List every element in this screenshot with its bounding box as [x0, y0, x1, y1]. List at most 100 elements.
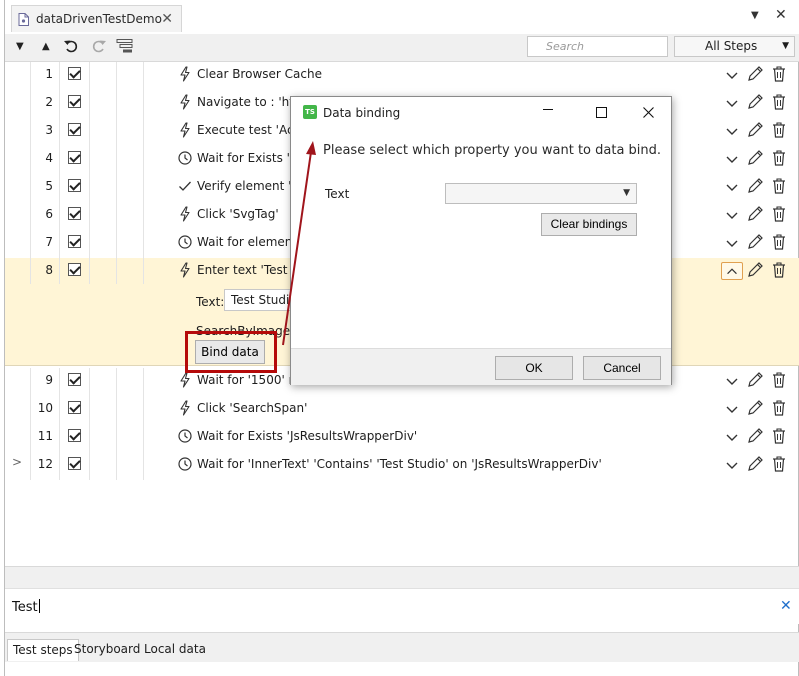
text-property-label: Text: — [196, 295, 225, 309]
clear-bindings-button[interactable]: Clear bindings — [541, 213, 637, 236]
property-binding-select[interactable]: ▼ — [445, 183, 637, 204]
step-enabled-checkbox[interactable] — [68, 151, 81, 164]
row-gutter — [5, 258, 31, 286]
table-row[interactable]: 10 Click 'SearchSpan' — [5, 396, 799, 424]
grid-cell — [117, 424, 144, 452]
chevron-down-icon[interactable] — [721, 66, 743, 84]
edit-pencil-icon[interactable] — [746, 427, 764, 445]
edit-pencil-icon[interactable] — [746, 205, 764, 223]
step-enabled-checkbox[interactable] — [68, 373, 81, 386]
delete-trash-icon[interactable] — [771, 121, 787, 139]
step-enabled-checkbox[interactable] — [68, 179, 81, 192]
delete-trash-icon[interactable] — [771, 427, 787, 445]
maximize-icon[interactable] — [596, 107, 607, 118]
chevron-down-icon[interactable] — [721, 94, 743, 112]
chevron-down-icon[interactable] — [721, 400, 743, 418]
step-description: Click 'SvgTag' — [197, 207, 279, 221]
step-enabled-checkbox[interactable] — [68, 457, 81, 470]
edit-pencil-icon[interactable] — [746, 233, 764, 251]
chevron-down-icon[interactable] — [721, 372, 743, 390]
grid-cell — [144, 368, 171, 396]
step-enabled-checkbox[interactable] — [68, 207, 81, 220]
step-enabled-checkbox[interactable] — [68, 235, 81, 248]
edit-pencil-icon[interactable] — [746, 399, 764, 417]
chevron-down-icon[interactable] — [721, 206, 743, 224]
move-step-down-button[interactable]: ▼ — [16, 41, 24, 52]
chevron-down-icon[interactable] — [721, 150, 743, 168]
delete-trash-icon[interactable] — [771, 233, 787, 251]
step-number: 6 — [31, 202, 60, 230]
edit-pencil-icon[interactable] — [746, 177, 764, 195]
step-enabled-checkbox[interactable] — [68, 123, 81, 136]
clock-icon — [178, 457, 192, 471]
chevron-down-icon[interactable] — [721, 234, 743, 252]
edit-pencil-icon[interactable] — [746, 65, 764, 83]
redo-icon[interactable] — [91, 38, 107, 54]
chevron-down-icon: ▼ — [623, 188, 630, 198]
ok-button[interactable]: OK — [495, 356, 573, 380]
cancel-button[interactable]: Cancel — [583, 356, 661, 380]
delete-trash-icon[interactable] — [771, 371, 787, 389]
move-step-up-button[interactable]: ▲ — [42, 41, 50, 52]
tab-storyboard[interactable]: Storyboard — [69, 639, 145, 661]
tab-list-menu-icon[interactable]: ▼ — [751, 10, 759, 21]
delete-trash-icon[interactable] — [771, 93, 787, 111]
table-row[interactable]: >12 Wait for 'InnerText' 'Contains' 'Test… — [5, 452, 799, 480]
close-tab-icon[interactable]: ✕ — [161, 11, 173, 27]
bolt-icon — [180, 372, 190, 388]
edit-pencil-icon[interactable] — [746, 93, 764, 111]
grid-cell — [117, 202, 144, 230]
close-dialog-icon[interactable] — [643, 107, 654, 118]
close-panel-icon[interactable]: ✕ — [775, 7, 787, 23]
step-enabled-cell — [60, 90, 90, 118]
document-tab[interactable]: dataDrivenTestDemo ✕ — [11, 5, 182, 32]
steps-toolbar: ▼ ▲ Search All Steps ▼ — [5, 34, 799, 62]
panel-splitter[interactable] — [5, 566, 799, 588]
chevron-down-icon[interactable] — [721, 456, 743, 474]
steps-filter-select[interactable]: All Steps ▼ — [674, 36, 795, 57]
edit-pencil-icon[interactable] — [746, 455, 764, 473]
step-enabled-checkbox[interactable] — [68, 95, 81, 108]
clear-input-icon[interactable]: ✕ — [780, 598, 792, 614]
text-property-input[interactable]: Test Studio — [224, 289, 294, 311]
minimize-icon[interactable] — [543, 109, 553, 111]
delete-trash-icon[interactable] — [771, 205, 787, 223]
edit-pencil-icon[interactable] — [746, 371, 764, 389]
delete-trash-icon[interactable] — [771, 261, 787, 279]
edit-pencil-icon[interactable] — [746, 121, 764, 139]
grid-cell — [90, 90, 117, 118]
step-enabled-checkbox[interactable] — [68, 429, 81, 442]
dialog-title-bar[interactable]: TS Data binding — [291, 97, 671, 129]
delete-trash-icon[interactable] — [771, 65, 787, 83]
step-number: 5 — [31, 174, 60, 202]
undo-icon[interactable] — [63, 38, 79, 54]
tab-local-data[interactable]: Local data — [139, 639, 211, 661]
step-enabled-cell — [60, 202, 90, 230]
step-enabled-checkbox[interactable] — [68, 401, 81, 414]
step-number: 3 — [31, 118, 60, 146]
table-row[interactable]: 1 Clear Browser Cache — [5, 62, 799, 90]
chevron-down-icon[interactable] — [721, 178, 743, 196]
steps-search-input[interactable]: Search — [527, 36, 668, 57]
delete-trash-icon[interactable] — [771, 149, 787, 167]
chevron-down-icon[interactable] — [721, 428, 743, 446]
step-number: 1 — [31, 62, 60, 90]
grid-cell — [117, 230, 144, 258]
step-enabled-checkbox[interactable] — [68, 263, 81, 276]
tab-test-steps[interactable]: Test steps — [7, 639, 79, 661]
quick-input-field[interactable]: Test — [12, 599, 40, 615]
delete-trash-icon[interactable] — [771, 177, 787, 195]
delete-trash-icon[interactable] — [771, 399, 787, 417]
chevron-down-icon[interactable] — [721, 122, 743, 140]
step-enabled-checkbox[interactable] — [68, 67, 81, 80]
chevron-up-icon[interactable] — [721, 262, 743, 280]
steps-view-icon[interactable] — [116, 38, 134, 54]
step-enabled-cell — [60, 174, 90, 202]
row-expander-icon[interactable]: > — [12, 455, 22, 469]
table-row[interactable]: 11 Wait for Exists 'JsResultsWrapperDiv' — [5, 424, 799, 452]
row-gutter — [5, 62, 31, 90]
edit-pencil-icon[interactable] — [746, 149, 764, 167]
edit-pencil-icon[interactable] — [746, 261, 764, 279]
delete-trash-icon[interactable] — [771, 455, 787, 473]
grid-cell — [90, 62, 117, 90]
